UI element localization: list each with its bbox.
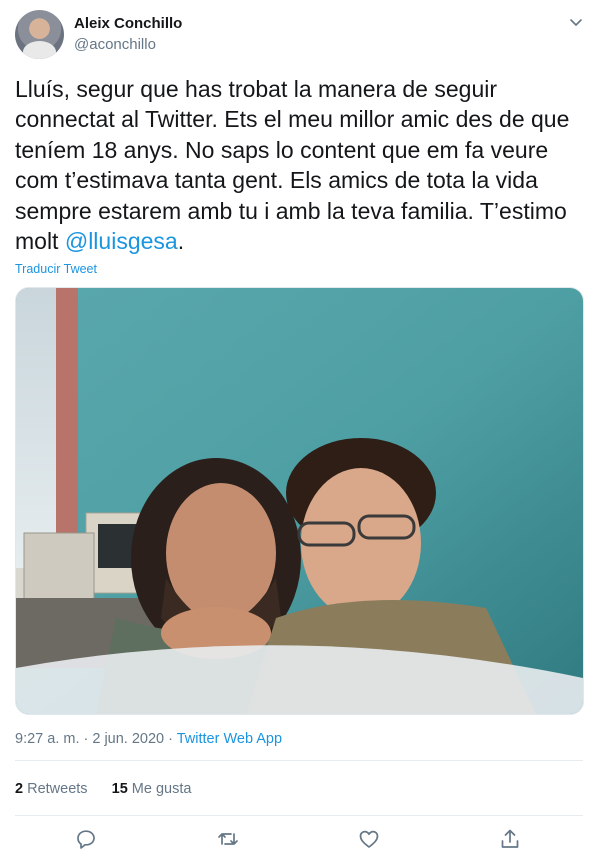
- retweet-icon[interactable]: [216, 827, 240, 851]
- retweets-label: Retweets: [27, 781, 88, 797]
- share-icon[interactable]: [498, 827, 522, 851]
- likes-count: 15: [111, 781, 128, 797]
- mention-link[interactable]: @lluisgesa: [65, 228, 178, 254]
- author-handle[interactable]: @aconchillo: [74, 36, 156, 53]
- translate-tweet-link[interactable]: Traducir Tweet: [15, 262, 97, 276]
- divider: [15, 815, 583, 816]
- tweet-photo[interactable]: [15, 287, 584, 715]
- divider: [15, 760, 583, 761]
- likes-stat[interactable]: 15 Me gusta: [112, 781, 192, 797]
- retweets-stat[interactable]: 2 Retweets: [15, 781, 88, 797]
- photo-image: [16, 288, 583, 714]
- likes-label: Me gusta: [131, 781, 192, 797]
- tweet-stats: 2 Retweets 15 Me gusta: [15, 781, 191, 797]
- chevron-down-icon[interactable]: [568, 14, 584, 30]
- retweets-count: 2: [15, 781, 24, 797]
- tweet-timestamp: 9:27 a. m. · 2 jun. 2020 · Twitter Web A…: [15, 731, 282, 747]
- tweet-text: Lluís, segur que has trobat la manera de…: [15, 74, 585, 256]
- source-app-link[interactable]: Twitter Web App: [177, 731, 282, 747]
- timestamp-date[interactable]: 9:27 a. m. · 2 jun. 2020 ·: [15, 731, 177, 747]
- reply-icon[interactable]: [74, 827, 98, 851]
- avatar[interactable]: [15, 10, 64, 59]
- author-name[interactable]: Aleix Conchillo: [74, 15, 182, 32]
- like-icon[interactable]: [357, 827, 381, 851]
- tweet-text-end: .: [177, 228, 185, 255]
